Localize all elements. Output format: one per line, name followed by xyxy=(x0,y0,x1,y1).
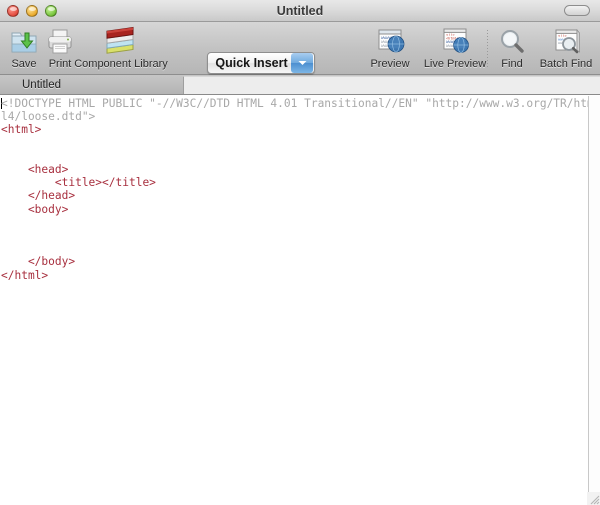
window-titlebar: Untitled xyxy=(0,0,600,22)
code-line: <head> xyxy=(1,163,69,177)
batch-find-button[interactable]: <!!> wwww wwww Batch Find xyxy=(532,25,600,70)
code-text[interactable]: <!DOCTYPE HTML PUBLIC "-//W3C//DTD HTML … xyxy=(0,96,588,282)
document-tabbar: Untitled xyxy=(0,75,600,95)
toolbar-toggle-button[interactable] xyxy=(564,5,590,16)
chevron-down-icon[interactable] xyxy=(291,53,313,73)
vertical-scrollbar[interactable] xyxy=(588,96,600,505)
code-line: l4/loose.dtd"> xyxy=(1,110,96,124)
component-library-button[interactable]: Component Library xyxy=(62,25,180,70)
batch-find-icon: <!!> wwww wwww xyxy=(550,25,582,57)
live-web-page-icon: <!!> <html> wwwww wwww xyxy=(439,25,471,57)
window-resize-grip[interactable] xyxy=(587,492,600,505)
main-toolbar: Save Print Component Library Quick Inser… xyxy=(0,22,600,75)
find-label: Find xyxy=(501,58,523,70)
preview-button[interactable]: wwwww wwwww www Preview xyxy=(358,25,422,70)
quick-insert-dropdown[interactable]: Quick Insert xyxy=(207,52,315,74)
web-page-globe-icon: wwwww wwwww www xyxy=(374,25,406,57)
batch-find-label: Batch Find xyxy=(539,58,593,70)
code-line: </html> xyxy=(1,268,49,282)
live-preview-button[interactable]: <!!> <html> wwwww wwww Live Preview xyxy=(418,25,492,70)
live-preview-label: Live Preview xyxy=(423,58,487,70)
application-window: Untitled Save Print Component Library Qu… xyxy=(0,0,600,505)
quick-insert-label: Quick Insert xyxy=(215,56,288,70)
code-line: </head> xyxy=(1,189,76,203)
magnifier-icon xyxy=(497,25,527,57)
window-title: Untitled xyxy=(276,4,324,18)
document-tab-untitled[interactable]: Untitled xyxy=(14,75,69,95)
book-stack-icon xyxy=(101,25,141,57)
code-line: <html> xyxy=(1,123,42,137)
component-library-label: Component Library xyxy=(74,58,168,70)
code-line: </body> xyxy=(1,255,76,269)
code-line: <!DOCTYPE HTML PUBLIC "-//W3C//DTD HTML … xyxy=(1,97,588,110)
preview-label: Preview xyxy=(370,58,410,70)
code-line: <title></title> xyxy=(1,176,156,190)
code-line: <body> xyxy=(1,202,69,216)
path-field[interactable] xyxy=(183,76,600,94)
code-editor[interactable]: <!DOCTYPE HTML PUBLIC "-//W3C//DTD HTML … xyxy=(0,96,588,505)
